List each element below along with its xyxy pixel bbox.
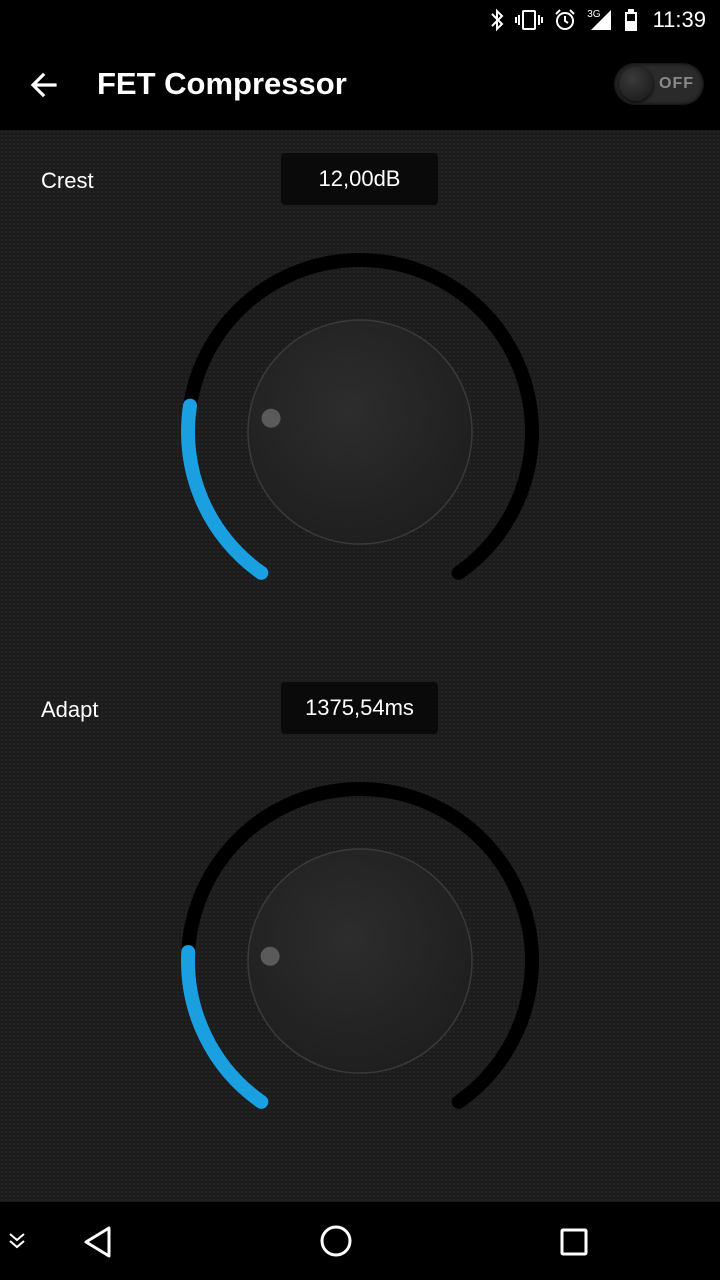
battery-icon (624, 9, 637, 31)
vibrate-icon (515, 10, 544, 30)
status-icons: 3G 11:39 (489, 6, 706, 34)
back-triangle-icon (84, 1226, 111, 1258)
home-circle-icon (320, 1225, 352, 1257)
knob-adapt[interactable] (160, 761, 560, 1161)
nav-home-button[interactable] (319, 1224, 353, 1263)
status-time: 11:39 (652, 7, 706, 32)
toggle-label: OFF (659, 75, 694, 92)
collapse-button[interactable] (6, 1230, 28, 1257)
nav-recents-button[interactable] (558, 1226, 590, 1263)
bluetooth-icon (491, 8, 504, 32)
status-bar: 3G 11:39 (0, 0, 720, 40)
param-label-crest: Crest (41, 168, 94, 193)
power-toggle[interactable]: OFF (614, 63, 704, 105)
parameters-panel: Crest 12,00dB Adapt 1375,54ms (0, 130, 720, 1202)
nav-back-button[interactable] (82, 1224, 114, 1265)
knob-crest[interactable] (160, 232, 560, 632)
knob-body (247, 319, 473, 545)
toggle-thumb (619, 67, 653, 101)
param-value-adapt[interactable]: 1375,54ms (281, 682, 438, 734)
alarm-icon (555, 9, 575, 30)
param-value-crest[interactable]: 12,00dB (281, 153, 438, 205)
signal-3g-icon (590, 10, 611, 30)
app-bar: FET Compressor OFF (0, 40, 720, 130)
navigation-bar (0, 1202, 720, 1280)
collapse-icon (9, 1233, 25, 1249)
knob-body (247, 848, 473, 1074)
recents-square-icon (560, 1228, 588, 1256)
back-button[interactable] (24, 65, 66, 105)
page-title: FET Compressor (97, 66, 347, 101)
arrow-back-icon (30, 72, 57, 98)
knob-indicator (261, 408, 281, 428)
knob-indicator (260, 946, 280, 966)
param-label-adapt: Adapt (41, 697, 99, 722)
